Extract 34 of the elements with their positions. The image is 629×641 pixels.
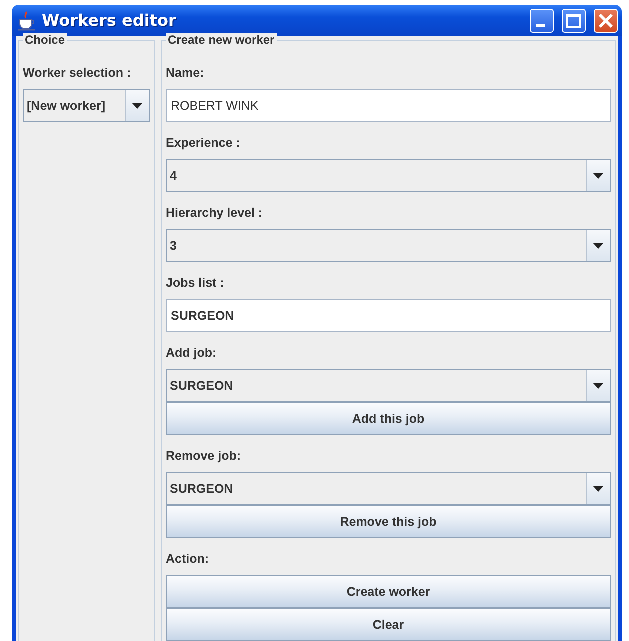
panel-title: Choice: [23, 33, 68, 47]
window-title: Workers editor: [42, 11, 178, 30]
text-field[interactable]: SURGEON: [166, 299, 611, 332]
action-button[interactable]: Remove this job: [166, 505, 611, 538]
dropdown-arrow-icon: [593, 242, 604, 248]
field-label: Remove job:: [166, 448, 242, 464]
close-button[interactable]: [594, 8, 618, 32]
dropdown-arrow-icon: [593, 382, 604, 388]
maximize-icon: [566, 12, 582, 28]
dropdown-arrow-icon: [593, 486, 604, 492]
field-label: Action:: [166, 551, 210, 567]
maximize-button[interactable]: [562, 8, 586, 32]
minimize-icon: [536, 24, 545, 27]
field-label: Jobs list :: [166, 275, 226, 291]
close-icon: [598, 12, 614, 28]
dropdown[interactable]: 3: [166, 229, 611, 262]
action-button[interactable]: Add this job: [166, 402, 611, 435]
coffee-cup-icon: [18, 10, 36, 30]
minimize-button[interactable]: [530, 8, 554, 32]
dropdown[interactable]: [New worker]: [23, 89, 150, 122]
field-label: Worker selection :: [23, 65, 132, 81]
field-label: Name:: [166, 65, 206, 81]
dropdown[interactable]: 4: [166, 159, 611, 192]
panel-title: Create new worker: [166, 33, 277, 47]
dropdown[interactable]: SURGEON: [166, 369, 611, 402]
dropdown-arrow-icon: [593, 172, 604, 178]
text-field[interactable]: ROBERT WINK: [166, 89, 611, 122]
dropdown-arrow-icon: [132, 102, 143, 108]
action-button[interactable]: Create worker: [166, 575, 611, 608]
field-label: Add job:: [166, 345, 218, 361]
field-label: Hierarchy level :: [166, 205, 264, 221]
field-label: Experience :: [166, 135, 242, 151]
action-button[interactable]: Clear: [166, 608, 611, 641]
dropdown[interactable]: SURGEON: [166, 472, 611, 505]
